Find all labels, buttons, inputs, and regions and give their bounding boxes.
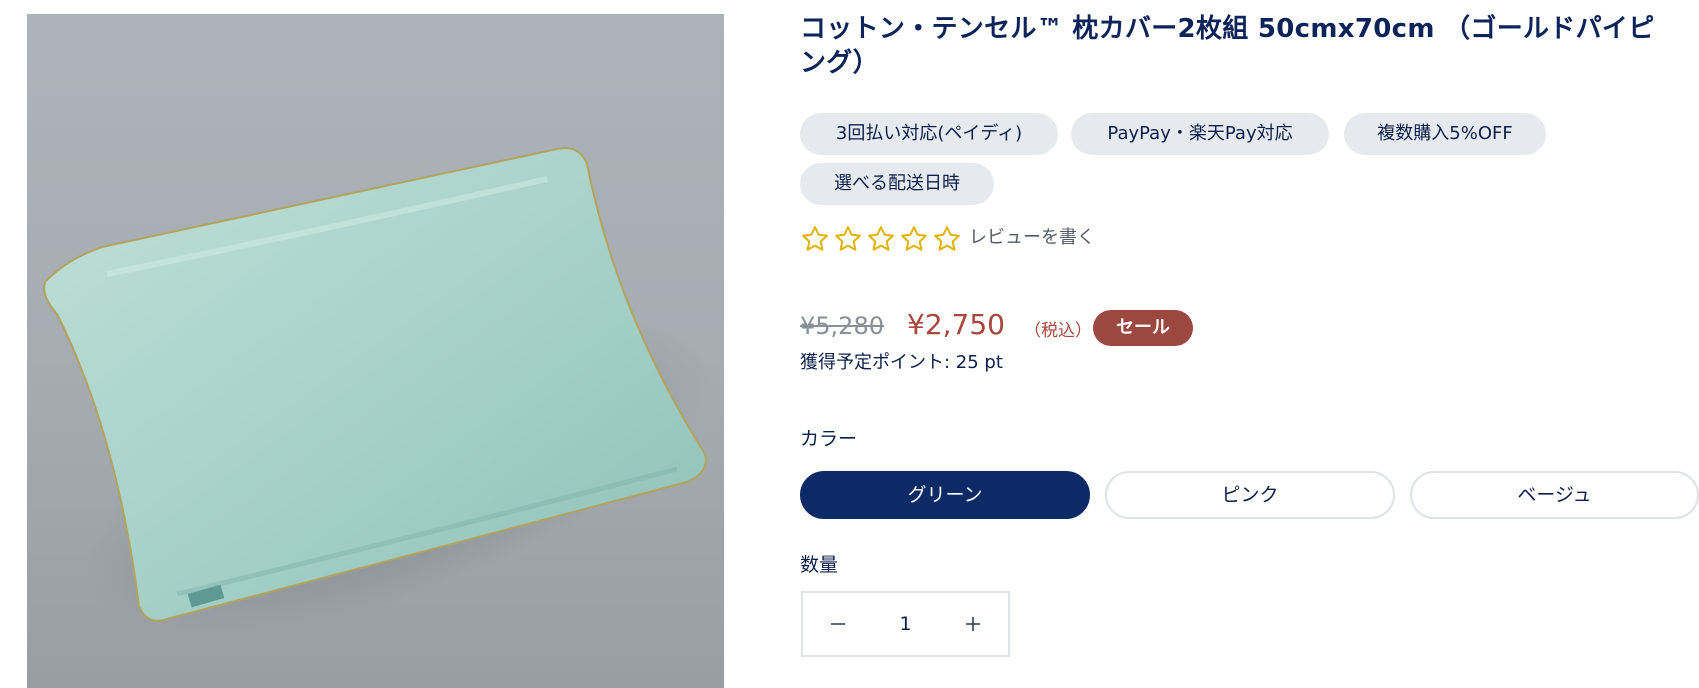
star-outline-icon[interactable]	[866, 224, 896, 254]
rating-stars[interactable]	[800, 224, 962, 254]
product-image[interactable]	[27, 14, 724, 688]
tag-paypay-rakutenpay: PayPay・楽天Pay対応	[1071, 113, 1329, 155]
quantity-label: 数量	[800, 554, 839, 576]
color-option-beige[interactable]: ベージュ	[1410, 471, 1699, 519]
tag-delivery-date: 選べる配送日時	[800, 163, 994, 205]
write-review-link[interactable]: レビューを書く	[969, 225, 1095, 251]
minus-icon	[831, 623, 845, 625]
sale-price: ¥2,750	[907, 308, 1005, 341]
reward-points: 獲得予定ポイント: 25 pt	[800, 352, 1003, 373]
star-outline-icon[interactable]	[800, 224, 830, 254]
star-outline-icon[interactable]	[932, 224, 962, 254]
quantity-input[interactable]: 1	[873, 613, 938, 635]
plus-icon	[966, 617, 980, 631]
tax-note: （税込）	[1024, 321, 1092, 341]
star-outline-icon[interactable]	[833, 224, 863, 254]
tag-multi-buy-discount: 複数購入5%OFF	[1344, 113, 1546, 155]
pillow-illustration	[27, 14, 724, 688]
quantity-decrease-button[interactable]	[803, 593, 873, 655]
color-label: カラー	[800, 428, 858, 450]
star-outline-icon[interactable]	[899, 224, 929, 254]
tag-paidy: 3回払い対応(ペイディ)	[800, 113, 1058, 155]
color-option-pink[interactable]: ピンク	[1105, 471, 1395, 519]
quantity-stepper: 1	[801, 591, 1010, 657]
sale-badge: セール	[1093, 310, 1193, 346]
color-option-green[interactable]: グリーン	[800, 471, 1090, 519]
original-price: ¥5,280	[800, 312, 884, 340]
quantity-increase-button[interactable]	[938, 593, 1008, 655]
product-title: コットン・テンセル™ 枕カバー2枚組 50cmx70cm （ゴールドパイピング）	[800, 14, 1655, 78]
